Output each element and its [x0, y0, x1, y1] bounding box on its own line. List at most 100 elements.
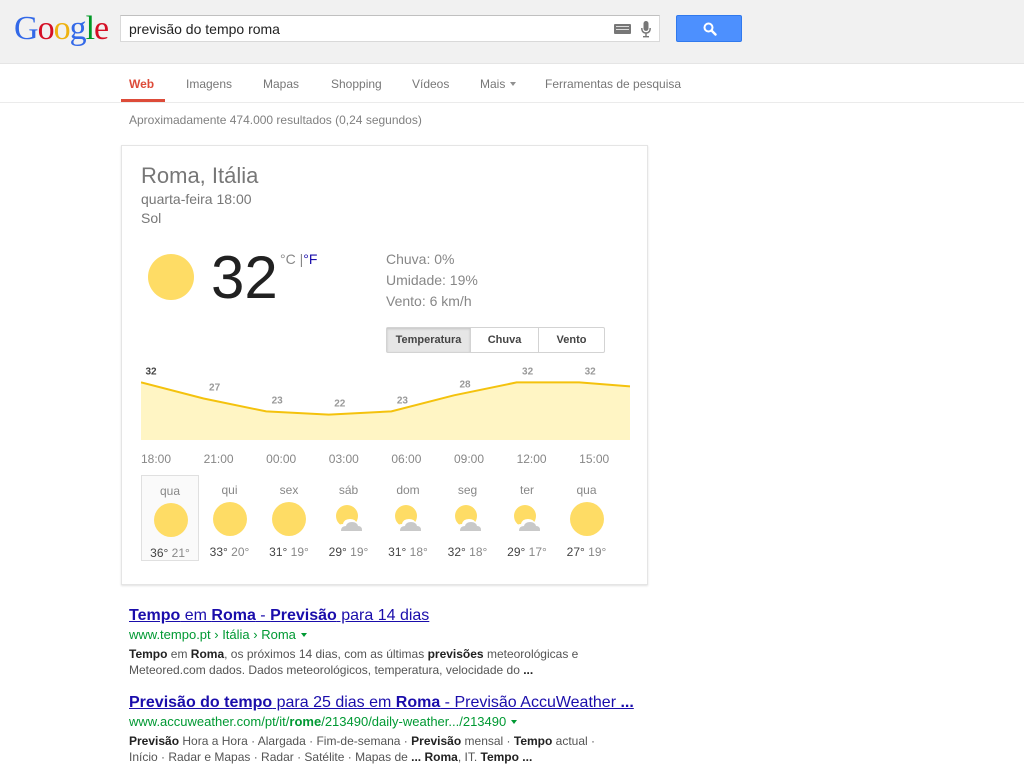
day-temps: 31° 18° — [379, 545, 437, 559]
chart-data-label: 27 — [209, 383, 221, 394]
logo-letter: e — [94, 10, 109, 47]
tab-temperature[interactable]: Temperatura — [387, 328, 470, 352]
highlight-text: Roma — [395, 694, 441, 711]
weather-details: Chuva: 0% Umidade: 19% Vento: 6 km/h — [386, 249, 478, 312]
tab-rain[interactable]: Chuva — [471, 328, 538, 352]
text-segment: www.accuweather.com/pt/it/ — [129, 714, 290, 729]
search-input[interactable] — [121, 16, 617, 41]
weather-card: Roma, Itália quarta-feira 18:00 Sol 32 °… — [121, 145, 648, 585]
day-temps: 33° 20° — [201, 545, 259, 559]
sun-icon — [148, 254, 194, 300]
text-segment: /213490/daily-weather.../213490 — [321, 714, 507, 729]
day-temps: 32° 18° — [439, 545, 497, 559]
chart-x-axis: 18:00 21:00 00:00 03:00 06:00 09:00 12:00 15:00 — [141, 452, 631, 466]
weather-datetime: quarta-feira 18:00 — [141, 191, 252, 207]
tab-images[interactable]: Imagens — [186, 77, 232, 91]
search-button[interactable] — [676, 15, 742, 42]
text-segment: em — [167, 647, 191, 661]
high-temp: 32° — [447, 545, 466, 559]
highlight-text: Roma — [211, 607, 256, 624]
text-segment: para 25 dias em — [272, 694, 396, 711]
chart-x-tick: 03:00 — [328, 452, 359, 466]
text-segment: mensal · — [461, 734, 514, 748]
low-temp: 18° — [406, 545, 428, 559]
chart-x-tick: 12:00 — [516, 452, 547, 466]
highlight-text: rome — [289, 714, 322, 729]
logo-letter: o — [37, 10, 55, 47]
fahrenheit-unit[interactable]: °F — [303, 251, 317, 267]
text-segment: - Previsão AccuWeather — [440, 694, 621, 711]
search-tools-button[interactable]: Ferramentas de pesquisa — [545, 77, 681, 91]
forecast-day[interactable]: sáb 29° 19° — [320, 475, 378, 561]
result-title[interactable]: Tempo em Roma - Previsão para 14 dias — [129, 606, 578, 626]
weather-condition: Sol — [141, 210, 162, 226]
high-temp: 33° — [209, 545, 228, 559]
chart-data-label: 23 — [272, 395, 284, 406]
highlight-text: ... — [411, 750, 422, 764]
weather-location: Roma, Itália — [141, 163, 259, 188]
forecast-day[interactable]: sex 31° 19° — [260, 475, 318, 561]
search-icon — [703, 22, 717, 36]
tab-more-label: Mais — [480, 77, 506, 91]
snippet-line: Tempo em Roma, os próximos 14 dias, com … — [129, 646, 578, 662]
low-temp: 21° — [168, 546, 190, 560]
tab-maps[interactable]: Mapas — [263, 77, 299, 91]
forecast-day[interactable]: ter 29° 17° — [498, 475, 556, 561]
low-temp: 18° — [465, 545, 488, 559]
tab-more[interactable]: Mais — [480, 77, 517, 91]
text-segment: Início · Radar e Mapas · Radar · Satélit… — [129, 750, 412, 764]
search-result: Previsão do tempo para 25 dias em Roma -… — [129, 693, 634, 765]
day-temps: 29° 19° — [320, 545, 378, 559]
logo-letter: l — [85, 10, 96, 47]
highlight-text: Tempo — [129, 607, 181, 624]
low-temp: 17° — [525, 545, 547, 559]
chart-x-tick: 15:00 — [579, 452, 610, 466]
text-segment: - — [255, 607, 271, 624]
day-name: qua — [576, 483, 597, 497]
wind: Vento: 6 km/h — [386, 293, 472, 309]
chevron-down-icon[interactable] — [511, 719, 518, 724]
highlight-text: Roma — [190, 647, 225, 661]
day-name: qua — [159, 484, 181, 498]
tab-videos[interactable]: Vídeos — [412, 77, 449, 91]
forecast-day[interactable]: qui 33° 20° — [201, 475, 259, 561]
tab-web[interactable]: Web — [129, 77, 154, 91]
day-temps: 36° 21° — [142, 546, 198, 560]
google-logo[interactable]: Google — [14, 10, 109, 48]
search-nav: Web Imagens Mapas Shopping Vídeos Mais F… — [0, 64, 1024, 103]
text-segment: para 14 dias — [336, 607, 430, 624]
day-name: ter — [519, 483, 534, 497]
result-title[interactable]: Previsão do tempo para 25 dias em Roma -… — [129, 693, 634, 713]
high-temp: 31° — [388, 545, 407, 559]
keyboard-icon[interactable] — [614, 24, 631, 34]
text-segment: Meteored.com dados. Dados meteorológicos… — [129, 663, 524, 677]
highlight-text: Previsão — [129, 734, 180, 748]
tab-shopping[interactable]: Shopping — [331, 77, 382, 91]
logo-letter: g — [69, 10, 87, 47]
chevron-down-icon[interactable] — [300, 632, 307, 637]
day-name: qui — [221, 483, 238, 497]
forecast-day[interactable]: qua 36° 21° — [141, 475, 199, 561]
chart-data-label: 28 — [459, 379, 471, 390]
chart-x-tick: 06:00 — [391, 452, 422, 466]
snippet-line: Início · Radar e Mapas · Radar · Satélit… — [129, 749, 634, 765]
text-segment: actual · — [552, 734, 596, 748]
high-temp: 29° — [507, 545, 526, 559]
chart-data-label: 32 — [522, 366, 534, 377]
microphone-icon[interactable] — [641, 21, 651, 38]
forecast-day[interactable]: qua 27° 19° — [558, 475, 616, 561]
tab-wind[interactable]: Vento — [539, 328, 604, 352]
celsius-unit[interactable]: °C — [280, 251, 296, 267]
chart-data-label: 32 — [585, 366, 597, 377]
forecast-day[interactable]: seg 32° 18° — [439, 475, 497, 561]
highlight-text: Tempo — [129, 647, 168, 661]
top-bar: Google — [0, 0, 1024, 64]
chart-data-label: 23 — [397, 395, 409, 406]
search-box[interactable] — [120, 15, 660, 42]
highlight-text: Previsão do tempo — [129, 694, 273, 711]
forecast-day[interactable]: dom 31° 18° — [379, 475, 437, 561]
chart-x-tick: 21:00 — [203, 452, 234, 466]
result-url-text: www.accuweather.com/pt/it/rome/213490/da… — [129, 714, 506, 729]
current-temperature: 32 — [211, 244, 278, 311]
partly-cloudy-icon — [390, 501, 426, 537]
